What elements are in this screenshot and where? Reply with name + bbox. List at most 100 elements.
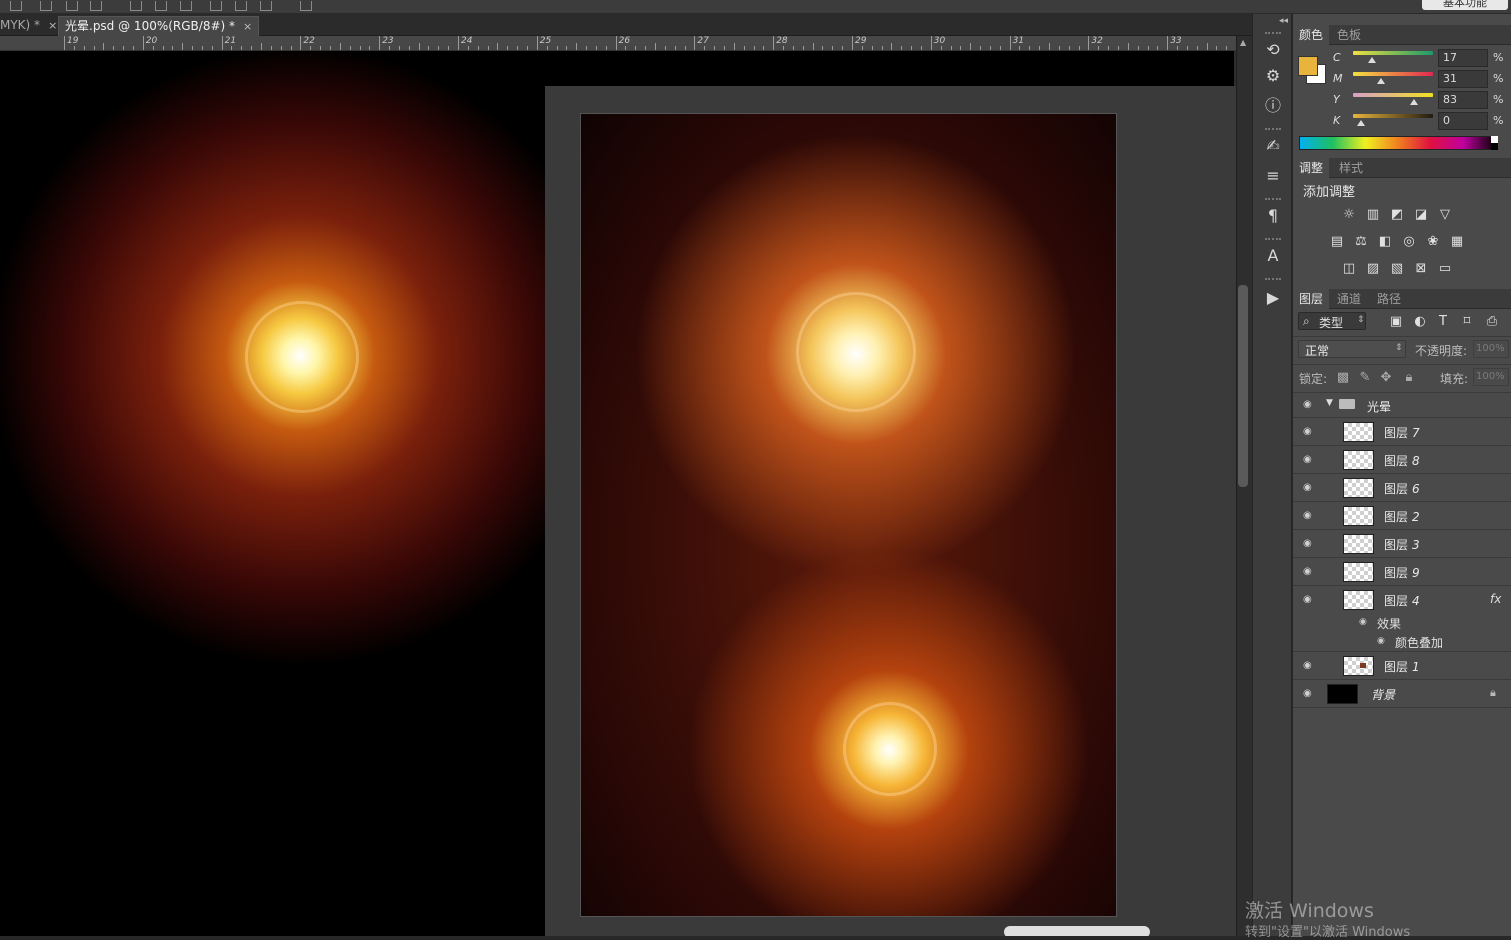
yellow-slider-knob[interactable] [1410,99,1419,105]
eye-icon[interactable]: ◉ [1303,688,1315,700]
eye-icon[interactable]: ◉ [1377,636,1385,646]
eye-icon[interactable]: ◉ [1303,454,1315,466]
levels-icon[interactable]: ▥ [1364,208,1382,222]
layer-group-row[interactable]: ◉ ▼ 光晕 [1293,393,1511,418]
eye-icon[interactable]: ◉ [1303,482,1315,494]
layer-row[interactable]: ◉ 图层 3 [1293,530,1511,558]
black-white-ramp[interactable] [1491,136,1498,150]
color-spectrum-bar[interactable] [1299,136,1497,150]
layer-row[interactable]: ◉ 图层 8 [1293,446,1511,474]
distribute-icon[interactable] [155,1,167,11]
eye-icon[interactable]: ◉ [1303,594,1315,606]
tab-document-cmyk[interactable]: MYK) * × [0,16,63,36]
eye-icon[interactable]: ◉ [1303,660,1315,672]
actions-play-icon[interactable]: ▶ [1263,288,1283,308]
eye-icon[interactable]: ◉ [1303,510,1315,522]
cyan-value-field[interactable]: 17 [1438,49,1488,67]
magenta-value-field[interactable]: 31 [1438,70,1488,88]
color-lookup-icon[interactable]: ▦ [1448,235,1466,249]
tab-paths[interactable]: 路径 [1371,289,1407,309]
layer-row[interactable]: ◉ 图层 9 [1293,558,1511,586]
workspace-button[interactable]: 基本功能 [1422,0,1508,10]
tab-channels[interactable]: 通道 [1331,289,1367,309]
document-canvas[interactable] [580,113,1117,917]
color-balance-icon[interactable]: ⚖ [1352,235,1370,249]
distribute-icon[interactable] [210,1,222,11]
align-icon[interactable] [10,1,22,11]
layer-row[interactable]: ◉ 图层 4 fx [1293,586,1511,614]
magenta-slider-knob[interactable] [1376,78,1385,84]
tab-styles[interactable]: 样式 [1333,158,1369,178]
cyan-slider-track[interactable] [1353,51,1433,55]
grip-icon[interactable] [1265,278,1281,280]
lock-all-icon[interactable]: 🔒︎ [1400,371,1418,385]
background-layer-row[interactable]: ◉ 背景 🔒︎ [1293,680,1511,708]
selective-color-icon[interactable]: ⊠ [1412,262,1430,276]
eye-icon[interactable]: ◉ [1303,538,1315,550]
grip-icon[interactable] [1265,128,1281,130]
brush-icon[interactable]: ✍ [1263,136,1283,156]
grip-icon[interactable] [1265,32,1281,34]
threshold-icon[interactable]: ▧ [1388,262,1406,276]
foreground-color-swatch[interactable] [1298,56,1318,76]
grip-icon[interactable] [1265,198,1281,200]
layer-row[interactable]: ◉ 图层 6 [1293,474,1511,502]
eye-icon[interactable]: ◉ [1303,426,1315,438]
tab-layers[interactable]: 图层 [1293,289,1330,309]
yellow-value-field[interactable]: 83 [1438,91,1488,109]
blend-mode-select[interactable]: 正常 ⇕ [1298,340,1406,358]
filter-pixel-icon[interactable]: ▣ [1387,315,1405,329]
close-icon[interactable]: × [243,20,252,33]
layer-row[interactable]: ◉ 图层 1 [1293,652,1511,680]
fill-field[interactable]: 100% [1473,368,1509,386]
info-icon[interactable]: ⓘ [1263,96,1283,116]
properties-icon[interactable]: ⚙ [1263,66,1283,86]
close-icon[interactable]: × [48,19,57,32]
cyan-slider-knob[interactable] [1367,57,1376,63]
channel-mixer-icon[interactable]: ❀ [1424,235,1442,249]
color-overlay-effect[interactable]: 颜色叠加 [1395,634,1443,651]
paragraph-icon[interactable]: ¶ [1263,206,1283,226]
layer-row[interactable]: ◉ 图层 7 [1293,418,1511,446]
black-slider-knob[interactable] [1357,120,1365,126]
brush-presets-icon[interactable]: ≡ [1263,166,1283,186]
history-icon[interactable]: ⟲ [1263,40,1283,60]
filter-shape-icon[interactable]: ⌑ [1458,315,1476,329]
align-icon[interactable] [90,1,102,11]
photo-filter-icon[interactable]: ◎ [1400,235,1418,249]
exposure-icon[interactable]: ◪ [1412,208,1430,222]
layer-effects-fx-icon[interactable]: fx [1490,592,1501,606]
tab-document-guangyun[interactable]: 光晕.psd @ 100%(RGB/8#) * × [58,16,260,36]
tab-adjustments[interactable]: 调整 [1293,158,1330,178]
black-white-icon[interactable]: ◧ [1376,235,1394,249]
tab-swatches[interactable]: 色板 [1331,25,1367,45]
magenta-slider-track[interactable] [1353,72,1433,76]
grip-icon[interactable] [1265,238,1281,240]
distribute-icon[interactable] [130,1,142,11]
vibrance-icon[interactable]: ▽ [1436,208,1454,222]
lock-transparent-icon[interactable]: ▩ [1334,371,1352,385]
scroll-up-icon[interactable]: ▲ [1240,38,1246,47]
tab-color[interactable]: 颜色 [1293,25,1330,45]
opacity-field[interactable]: 100% [1473,340,1509,358]
filter-type-icon[interactable]: T [1434,315,1452,329]
auto-align-icon[interactable] [300,1,312,11]
canvas-workarea[interactable] [0,51,1236,936]
layer-row[interactable]: ◉ 图层 2 [1293,502,1511,530]
eye-icon[interactable]: ◉ [1303,566,1315,578]
curves-icon[interactable]: ◩ [1388,208,1406,222]
filter-smartobject-icon[interactable]: ⎙ [1483,315,1501,329]
vertical-scrollbar-thumb[interactable] [1238,285,1248,487]
character-icon[interactable]: A [1263,246,1283,266]
lock-position-icon[interactable]: ✥ [1377,371,1395,385]
lock-pixels-icon[interactable]: ✎ [1356,371,1374,385]
eye-icon[interactable]: ◉ [1303,399,1315,411]
filter-adjustment-icon[interactable]: ◐ [1411,315,1429,329]
yellow-slider-track[interactable] [1353,93,1433,97]
horizontal-scrollbar-thumb[interactable] [1004,926,1150,936]
eye-icon[interactable]: ◉ [1359,617,1367,627]
distribute-icon[interactable] [180,1,192,11]
layer-filter-select[interactable]: ⌕ 类型 ⇕ [1298,312,1366,330]
align-icon[interactable] [40,1,52,11]
posterize-icon[interactable]: ▨ [1364,262,1382,276]
